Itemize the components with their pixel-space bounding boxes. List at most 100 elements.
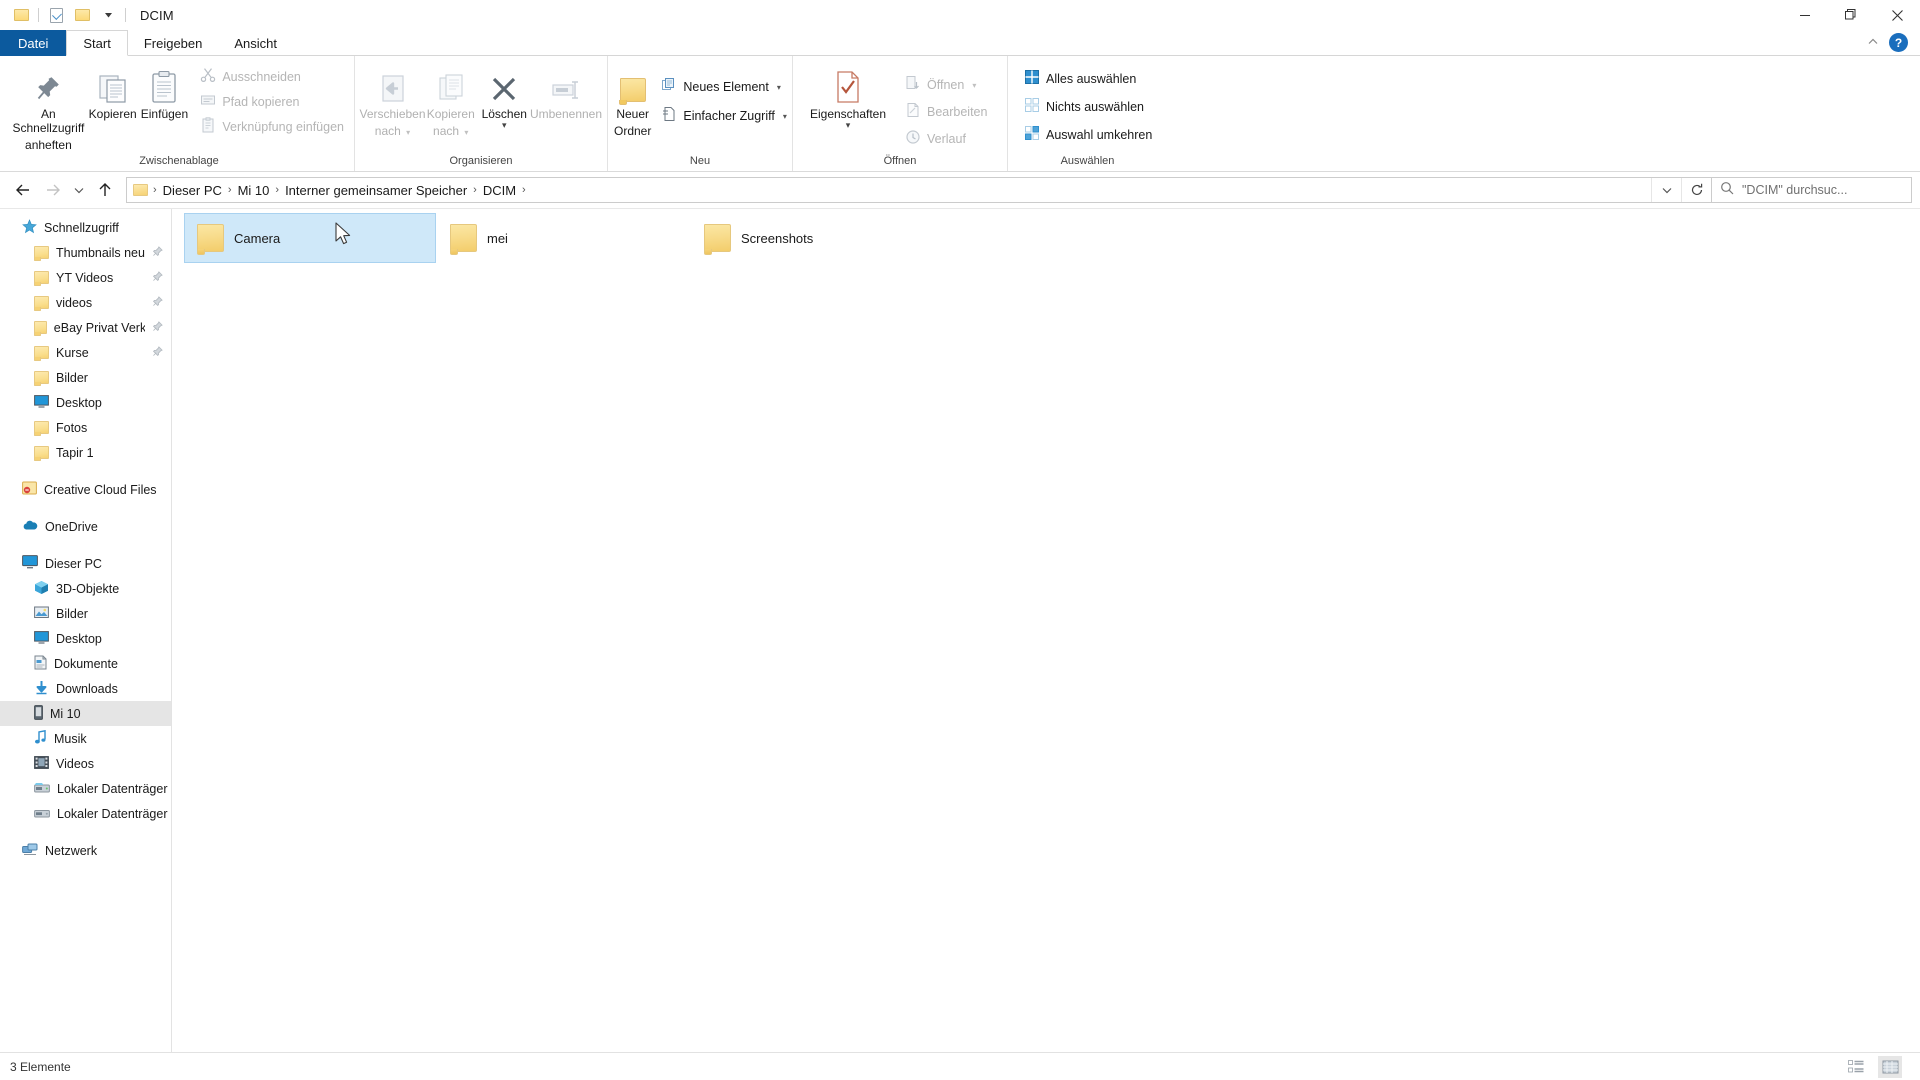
sidebar-item-bilder-quick[interactable]: Bilder [0,365,171,390]
properties-caret-icon[interactable]: ▾ [846,121,851,130]
open-caret-icon[interactable]: ▾ [972,81,976,90]
sidebar-item-desktop-quick[interactable]: Desktop [0,390,171,415]
pin-icon[interactable] [152,270,163,285]
sidebar-item-musik[interactable]: Musik [0,726,171,751]
up-button[interactable] [90,176,120,204]
paste-button[interactable]: Einfügen [139,62,191,121]
list-item[interactable]: mei [438,213,690,263]
breadcrumb-item-2[interactable]: Interner gemeinsamer Speicher [280,183,472,198]
forward-button[interactable] [38,176,68,204]
sidebar-item-thumbnails-neu[interactable]: Thumbnails neu [0,240,171,265]
sidebar-item-videos-pc[interactable]: Videos [0,751,171,776]
sidebar-item-bilder[interactable]: Bilder [0,601,171,626]
sidebar-item-creative-cloud-files[interactable]: Creative Cloud Files [0,477,171,502]
help-icon[interactable]: ? [1889,33,1908,52]
folder-icon [34,296,49,311]
address-bar[interactable]: › Dieser PC › Mi 10 › Interner gemeinsam… [126,177,1712,203]
new-folder-button[interactable]: Neuer Ordner [614,62,651,138]
list-item[interactable]: Screenshots [692,213,944,263]
tab-start[interactable]: Start [66,30,128,56]
easy-access-caret-icon[interactable]: ▾ [783,112,787,121]
select-none-label: Nichts auswählen [1046,100,1144,114]
qat-properties-check-icon[interactable] [43,3,69,27]
copy-to-button[interactable]: Kopieren nach ▾ [424,62,478,140]
sidebar-item-lokaler-datentraeger-c[interactable]: Lokaler Datenträger (C [0,776,171,801]
back-button[interactable] [8,176,38,204]
delete-button[interactable]: Löschen ▾ [478,62,532,130]
tab-ansicht[interactable]: Ansicht [218,30,293,56]
search-input[interactable]: "DCIM" durchsuc... [1712,177,1912,203]
scissors-icon [200,67,216,88]
folder-icon [450,222,477,255]
sidebar-item-onedrive[interactable]: OneDrive [0,514,171,539]
qat-separator-2 [125,8,126,22]
large-icons-view-button[interactable] [1878,1055,1902,1078]
edit-button[interactable]: Bearbeiten [901,101,991,123]
sidebar-item-schnellzugriff[interactable]: Schnellzugriff [0,215,171,240]
paste-shortcut-button[interactable]: Verknüpfung einfügen [196,116,348,138]
sidebar-item-kurse[interactable]: Kurse [0,340,171,365]
breadcrumb-item-0[interactable]: Dieser PC [158,183,227,198]
sidebar-label: Bilder [56,370,88,385]
copy-button[interactable]: Kopieren [87,62,139,121]
window-controls [1782,0,1920,30]
documents-icon [34,655,47,673]
invert-selection-button[interactable]: Auswahl umkehren [1020,124,1156,146]
move-to-label-1: Verschieben [359,107,426,121]
sidebar-item-dokumente[interactable]: Dokumente [0,651,171,676]
copy-path-button[interactable]: Pfad kopieren [196,91,348,113]
tab-datei[interactable]: Datei [0,30,67,56]
list-item[interactable]: Camera [184,213,436,263]
breadcrumb-separator[interactable]: › [521,184,527,196]
recent-locations-button[interactable] [68,176,90,204]
details-view-button[interactable] [1844,1056,1868,1078]
pin-quick-access-button[interactable]: An Schnellzugriff anheften [10,62,87,152]
pin-icon[interactable] [152,295,163,310]
history-icon [905,129,921,150]
maximize-button[interactable] [1828,0,1874,30]
sidebar-label: 3D-Objekte [56,581,120,596]
sidebar-item-downloads[interactable]: Downloads [0,676,171,701]
close-button[interactable] [1874,0,1920,30]
new-item-caret-icon[interactable]: ▾ [777,83,781,92]
breadcrumb-item-3[interactable]: DCIM [478,183,521,198]
tab-freigeben[interactable]: Freigeben [128,30,219,56]
sidebar-item-3d-objekte[interactable]: 3D-Objekte [0,576,171,601]
sidebar-item-ebay-privat-verkauf[interactable]: eBay Privat Verkauf [0,315,171,340]
sidebar-item-netzwerk[interactable]: Netzwerk [0,838,171,863]
pin-icon[interactable] [152,245,163,260]
rename-button[interactable]: Umbenennen [530,62,602,121]
pin-icon[interactable] [152,320,163,335]
breadcrumb-item-1[interactable]: Mi 10 [233,183,275,198]
properties-button[interactable]: Eigenschaften ▾ [799,62,897,130]
select-all-button[interactable]: Alles auswählen [1020,68,1156,90]
sidebar-item-fotos[interactable]: Fotos [0,415,171,440]
new-item-button[interactable]: Neues Element ▾ [657,76,791,98]
qat-new-folder-icon[interactable] [69,3,95,27]
easy-access-button[interactable]: Einfacher Zugriff ▾ [657,105,791,127]
sidebar-item-mi-10[interactable]: Mi 10 [0,701,171,726]
address-dropdown-button[interactable] [1651,178,1681,202]
delete-caret-icon[interactable]: ▾ [502,121,507,130]
refresh-button[interactable] [1681,178,1711,202]
sidebar-item-desktop[interactable]: Desktop [0,626,171,651]
qat-folder-icon[interactable] [8,3,34,27]
sidebar-item-videos[interactable]: videos [0,290,171,315]
history-button[interactable]: Verlauf [901,128,991,150]
cut-button[interactable]: Ausschneiden [196,66,348,88]
ribbon-group-label-organisieren: Organisieren [449,155,513,167]
select-none-button[interactable]: Nichts auswählen [1020,96,1156,118]
move-to-button[interactable]: Verschieben nach ▾ [359,62,426,140]
sidebar-item-tapir-1[interactable]: Tapir 1 [0,440,171,465]
file-list-view[interactable]: Camera mei Screenshots [172,209,1920,1052]
properties-label: Eigenschaften [809,107,887,121]
qat-customize-caret-icon[interactable] [95,3,121,27]
star-icon [22,218,37,237]
sidebar-item-dieser-pc[interactable]: Dieser PC [0,551,171,576]
collapse-ribbon-icon[interactable] [1867,34,1879,52]
minimize-button[interactable] [1782,0,1828,30]
open-button[interactable]: Öffnen ▾ [901,74,991,96]
pin-icon[interactable] [152,345,163,360]
sidebar-item-lokaler-datentraeger-d[interactable]: Lokaler Datenträger (D [0,801,171,826]
sidebar-item-yt-videos[interactable]: YT Videos [0,265,171,290]
